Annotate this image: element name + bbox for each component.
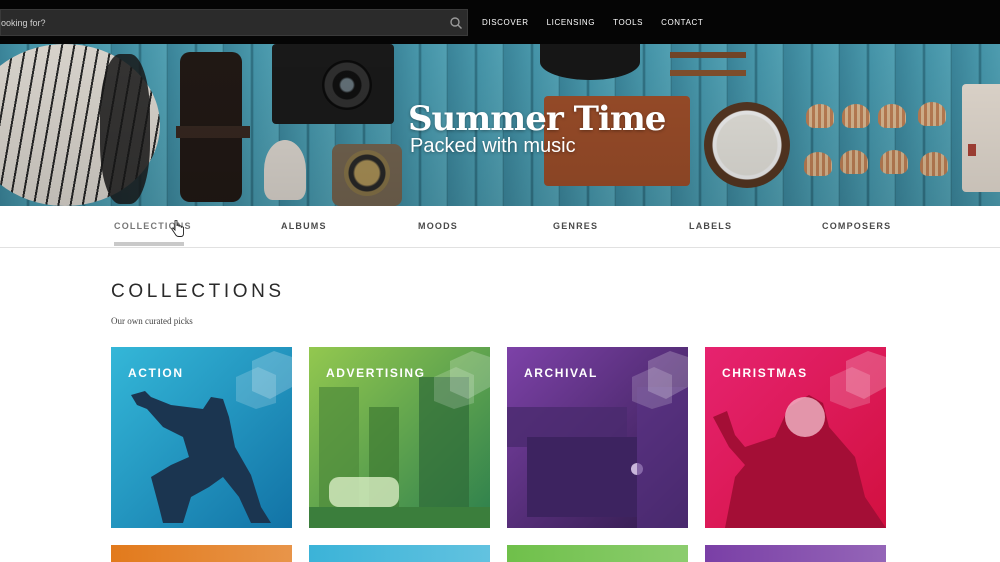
search-box[interactable]	[0, 9, 468, 36]
tab-genres[interactable]: GENRES	[553, 221, 598, 231]
tab-moods[interactable]: MOODS	[418, 221, 458, 231]
nav-contact[interactable]: CONTACT	[661, 18, 703, 27]
collection-card-archival[interactable]: ARCHIVAL	[507, 347, 688, 528]
collection-card-row2[interactable]	[705, 545, 886, 562]
card-label: CHRISTMAS	[722, 366, 808, 380]
collection-logo-icon	[434, 351, 490, 409]
hero-title: Summer Time	[408, 99, 666, 139]
card-label: ARCHIVAL	[524, 366, 598, 380]
main-nav: DISCOVER LICENSING TOOLS CONTACT	[482, 0, 703, 44]
card-label: ACTION	[128, 366, 184, 380]
collection-logo-icon	[236, 351, 292, 409]
collection-card-row2[interactable]	[111, 545, 292, 562]
collection-card-christmas[interactable]: CHRISTMAS	[705, 347, 886, 528]
hero-subtitle: Packed with music	[410, 135, 576, 157]
collection-logo-icon	[632, 351, 688, 409]
collection-card-row2[interactable]	[309, 545, 490, 562]
search-input[interactable]	[1, 10, 441, 35]
top-bar: DISCOVER LICENSING TOOLS CONTACT	[0, 0, 1000, 44]
collection-card-advertising[interactable]: ADVERTISING	[309, 347, 490, 528]
tab-labels[interactable]: LABELS	[689, 221, 732, 231]
section-subtitle: Our own curated picks	[111, 316, 193, 326]
collection-card-action[interactable]: ACTION	[111, 347, 292, 528]
search-icon[interactable]	[449, 16, 463, 30]
nav-discover[interactable]: DISCOVER	[482, 18, 529, 27]
card-label: ADVERTISING	[326, 366, 426, 380]
nav-tools[interactable]: TOOLS	[613, 18, 643, 27]
active-tab-indicator	[114, 242, 184, 246]
section-title: COLLECTIONS	[111, 281, 285, 302]
collection-card-row2[interactable]	[507, 545, 688, 562]
nav-licensing[interactable]: LICENSING	[547, 18, 596, 27]
collection-logo-icon	[830, 351, 886, 409]
tab-albums[interactable]: ALBUMS	[281, 221, 327, 231]
tab-composers[interactable]: COMPOSERS	[822, 221, 891, 231]
pointer-cursor-icon	[171, 220, 184, 237]
